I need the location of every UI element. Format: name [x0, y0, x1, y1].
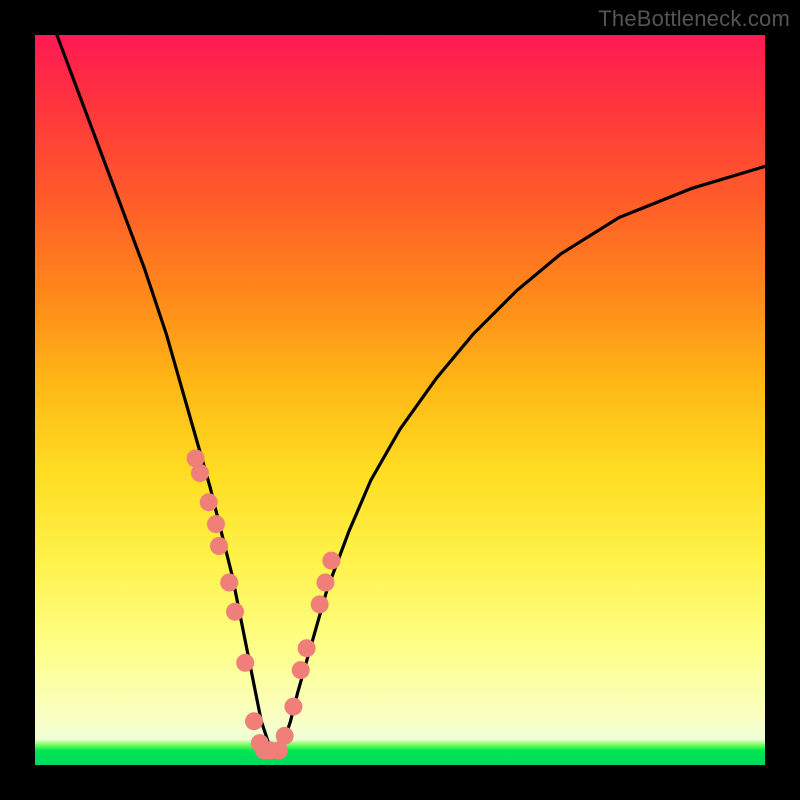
marker-group — [187, 449, 341, 759]
watermark-text: TheBottleneck.com — [598, 6, 790, 32]
marker-dot — [284, 698, 302, 716]
marker-dot — [322, 552, 340, 570]
marker-dot — [298, 639, 316, 657]
chart-svg — [35, 35, 765, 765]
bottleneck-curve-path — [57, 35, 765, 750]
marker-dot — [200, 493, 218, 511]
marker-dot — [245, 712, 263, 730]
marker-dot — [220, 574, 238, 592]
marker-dot — [317, 574, 335, 592]
chart-frame: TheBottleneck.com — [0, 0, 800, 800]
marker-dot — [292, 661, 310, 679]
marker-dot — [191, 464, 209, 482]
marker-dot — [210, 537, 228, 555]
plot-area — [35, 35, 765, 765]
marker-dot — [311, 595, 329, 613]
marker-dot — [207, 515, 225, 533]
marker-dot — [276, 727, 294, 745]
marker-dot — [236, 654, 254, 672]
marker-dot — [226, 603, 244, 621]
